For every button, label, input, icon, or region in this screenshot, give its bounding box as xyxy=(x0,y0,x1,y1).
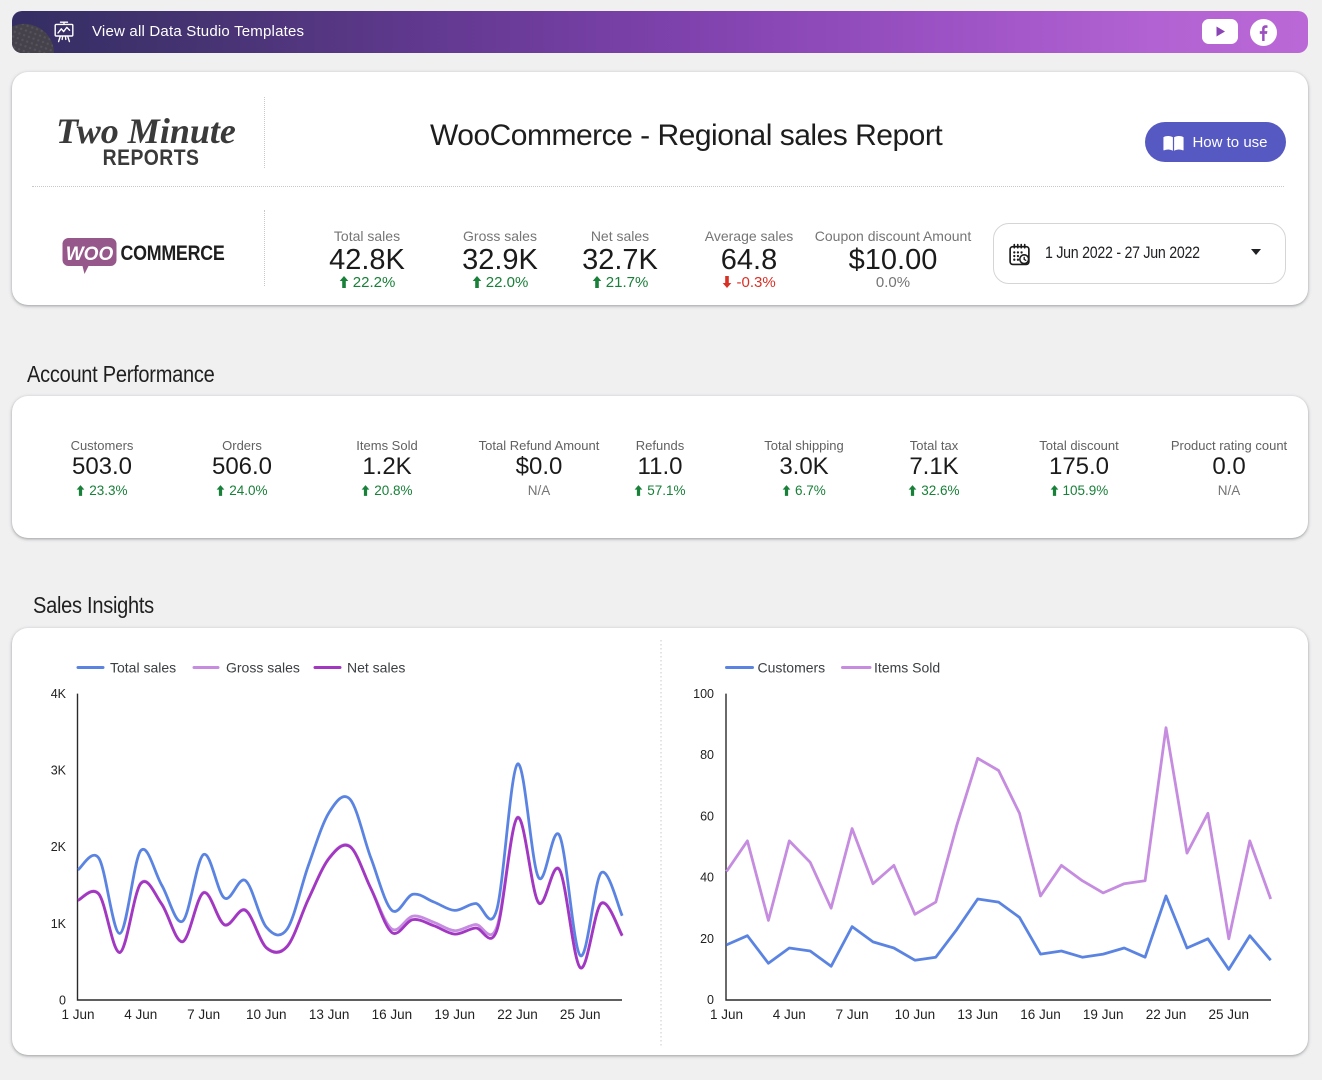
svg-text:4 Jun: 4 Jun xyxy=(124,1007,157,1022)
svg-text:22 Jun: 22 Jun xyxy=(497,1007,538,1022)
svg-text:Gross sales: Gross sales xyxy=(226,660,300,676)
svg-text:1 Jun: 1 Jun xyxy=(61,1007,94,1022)
svg-text:REPORTS: REPORTS xyxy=(103,146,200,170)
svg-text:2K: 2K xyxy=(51,840,67,854)
svg-text:100: 100 xyxy=(693,687,714,701)
svg-text:4 Jun: 4 Jun xyxy=(773,1007,806,1022)
svg-text:20: 20 xyxy=(700,932,714,946)
svg-text:Total sales: Total sales xyxy=(110,660,176,676)
svg-text:4K: 4K xyxy=(51,687,67,701)
svg-text:80: 80 xyxy=(700,748,714,762)
svg-text:0: 0 xyxy=(59,993,66,1007)
svg-text:13 Jun: 13 Jun xyxy=(957,1007,998,1022)
svg-text:7 Jun: 7 Jun xyxy=(836,1007,869,1022)
svg-text:16 Jun: 16 Jun xyxy=(1020,1007,1061,1022)
svg-text:7 Jun: 7 Jun xyxy=(187,1007,220,1022)
svg-text:22 Jun: 22 Jun xyxy=(1146,1007,1187,1022)
svg-text:19 Jun: 19 Jun xyxy=(434,1007,475,1022)
svg-text:1 Jun: 1 Jun xyxy=(710,1007,743,1022)
svg-text:60: 60 xyxy=(700,809,714,823)
svg-text:13 Jun: 13 Jun xyxy=(309,1007,350,1022)
svg-text:1K: 1K xyxy=(51,917,67,931)
svg-text:10 Jun: 10 Jun xyxy=(246,1007,287,1022)
svg-text:40: 40 xyxy=(700,871,714,885)
svg-text:16 Jun: 16 Jun xyxy=(372,1007,413,1022)
svg-text:25 Jun: 25 Jun xyxy=(1209,1007,1250,1022)
svg-text:0: 0 xyxy=(707,993,714,1007)
svg-text:WOO: WOO xyxy=(66,244,114,265)
svg-text:25 Jun: 25 Jun xyxy=(560,1007,601,1022)
svg-text:3K: 3K xyxy=(51,764,67,778)
svg-text:Customers: Customers xyxy=(758,660,826,676)
svg-text:19 Jun: 19 Jun xyxy=(1083,1007,1124,1022)
svg-text:COMMERCE: COMMERCE xyxy=(121,242,225,266)
svg-text:Net sales: Net sales xyxy=(347,660,405,676)
svg-text:Items Sold: Items Sold xyxy=(874,660,940,676)
svg-text:10 Jun: 10 Jun xyxy=(895,1007,936,1022)
